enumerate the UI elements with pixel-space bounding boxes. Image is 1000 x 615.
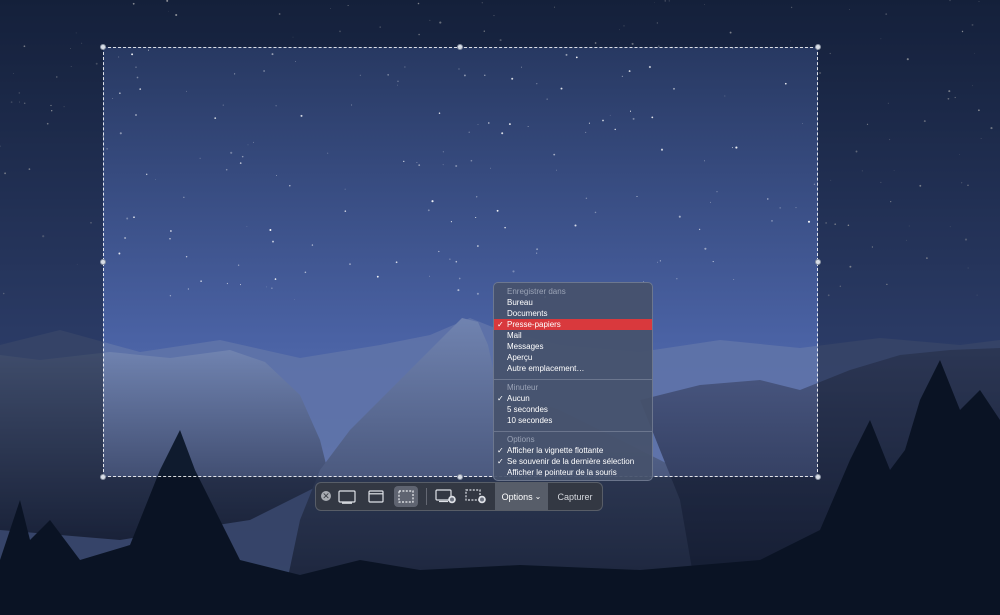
selection-icon	[398, 490, 414, 503]
window-icon	[368, 490, 384, 503]
screenshot-toolbar: ✕ Options ⌄ Capturer	[315, 482, 603, 511]
capture-selection[interactable]	[103, 47, 818, 477]
menu-separator	[494, 431, 652, 432]
resize-handle-left[interactable]	[100, 259, 106, 265]
resize-handle-bottom-left[interactable]	[100, 474, 106, 480]
menu-header-timer: Minuteur	[507, 383, 539, 392]
options-menu: Enregistrer dans Bureau Documents ✓ Pres…	[493, 282, 653, 481]
menu-item-mail[interactable]: Mail	[494, 330, 652, 341]
resize-handle-right[interactable]	[815, 259, 821, 265]
checkmark-icon: ✓	[497, 446, 504, 455]
menu-item-timer-5s[interactable]: 5 secondes	[494, 404, 652, 415]
menu-item-show-mouse-pointer[interactable]: Afficher le pointeur de la souris	[494, 467, 652, 478]
close-icon[interactable]: ✕	[321, 491, 331, 501]
menu-item-remember-last-selection[interactable]: ✓ Se souvenir de la dernière sélection	[494, 456, 652, 467]
entire-screen-icon	[338, 489, 356, 504]
checkmark-icon: ✓	[497, 457, 504, 466]
menu-item-apercu[interactable]: Aperçu	[494, 352, 652, 363]
chevron-down-icon: ⌄	[534, 492, 542, 501]
menu-item-presse-papiers[interactable]: ✓ Presse-papiers	[494, 319, 652, 330]
menu-item-timer-none[interactable]: ✓ Aucun	[494, 393, 652, 404]
menu-item-messages[interactable]: Messages	[494, 341, 652, 352]
menu-item-show-floating-thumbnail[interactable]: ✓ Afficher la vignette flottante	[494, 445, 652, 456]
resize-handle-top-left[interactable]	[100, 44, 106, 50]
record-screen-icon	[435, 489, 456, 504]
capture-entire-screen-button[interactable]	[335, 486, 359, 507]
menu-header-save-to: Enregistrer dans	[507, 287, 566, 296]
resize-handle-top-right[interactable]	[815, 44, 821, 50]
menu-item-other-location[interactable]: Autre emplacement…	[494, 363, 652, 374]
record-selection-icon	[465, 489, 486, 504]
menu-item-timer-10s[interactable]: 10 secondes	[494, 415, 652, 426]
menu-item-bureau[interactable]: Bureau	[494, 297, 652, 308]
checkmark-icon: ✓	[497, 394, 504, 403]
menu-header-options: Options	[507, 435, 535, 444]
options-button[interactable]: Options ⌄	[495, 483, 548, 510]
menu-item-documents[interactable]: Documents	[494, 308, 652, 319]
record-selection-button[interactable]	[464, 486, 488, 507]
menu-separator	[494, 379, 652, 380]
capture-selection-button[interactable]	[394, 486, 418, 507]
toolbar-divider	[426, 488, 427, 505]
record-entire-screen-button[interactable]	[434, 486, 458, 507]
capture-label: Capturer	[557, 491, 593, 502]
checkmark-icon: ✓	[497, 320, 504, 329]
capture-button[interactable]: Capturer	[548, 483, 602, 510]
resize-handle-bottom[interactable]	[457, 474, 463, 480]
resize-handle-bottom-right[interactable]	[815, 474, 821, 480]
options-label: Options	[501, 491, 533, 502]
resize-handle-top[interactable]	[457, 44, 463, 50]
capture-window-button[interactable]	[364, 486, 388, 507]
